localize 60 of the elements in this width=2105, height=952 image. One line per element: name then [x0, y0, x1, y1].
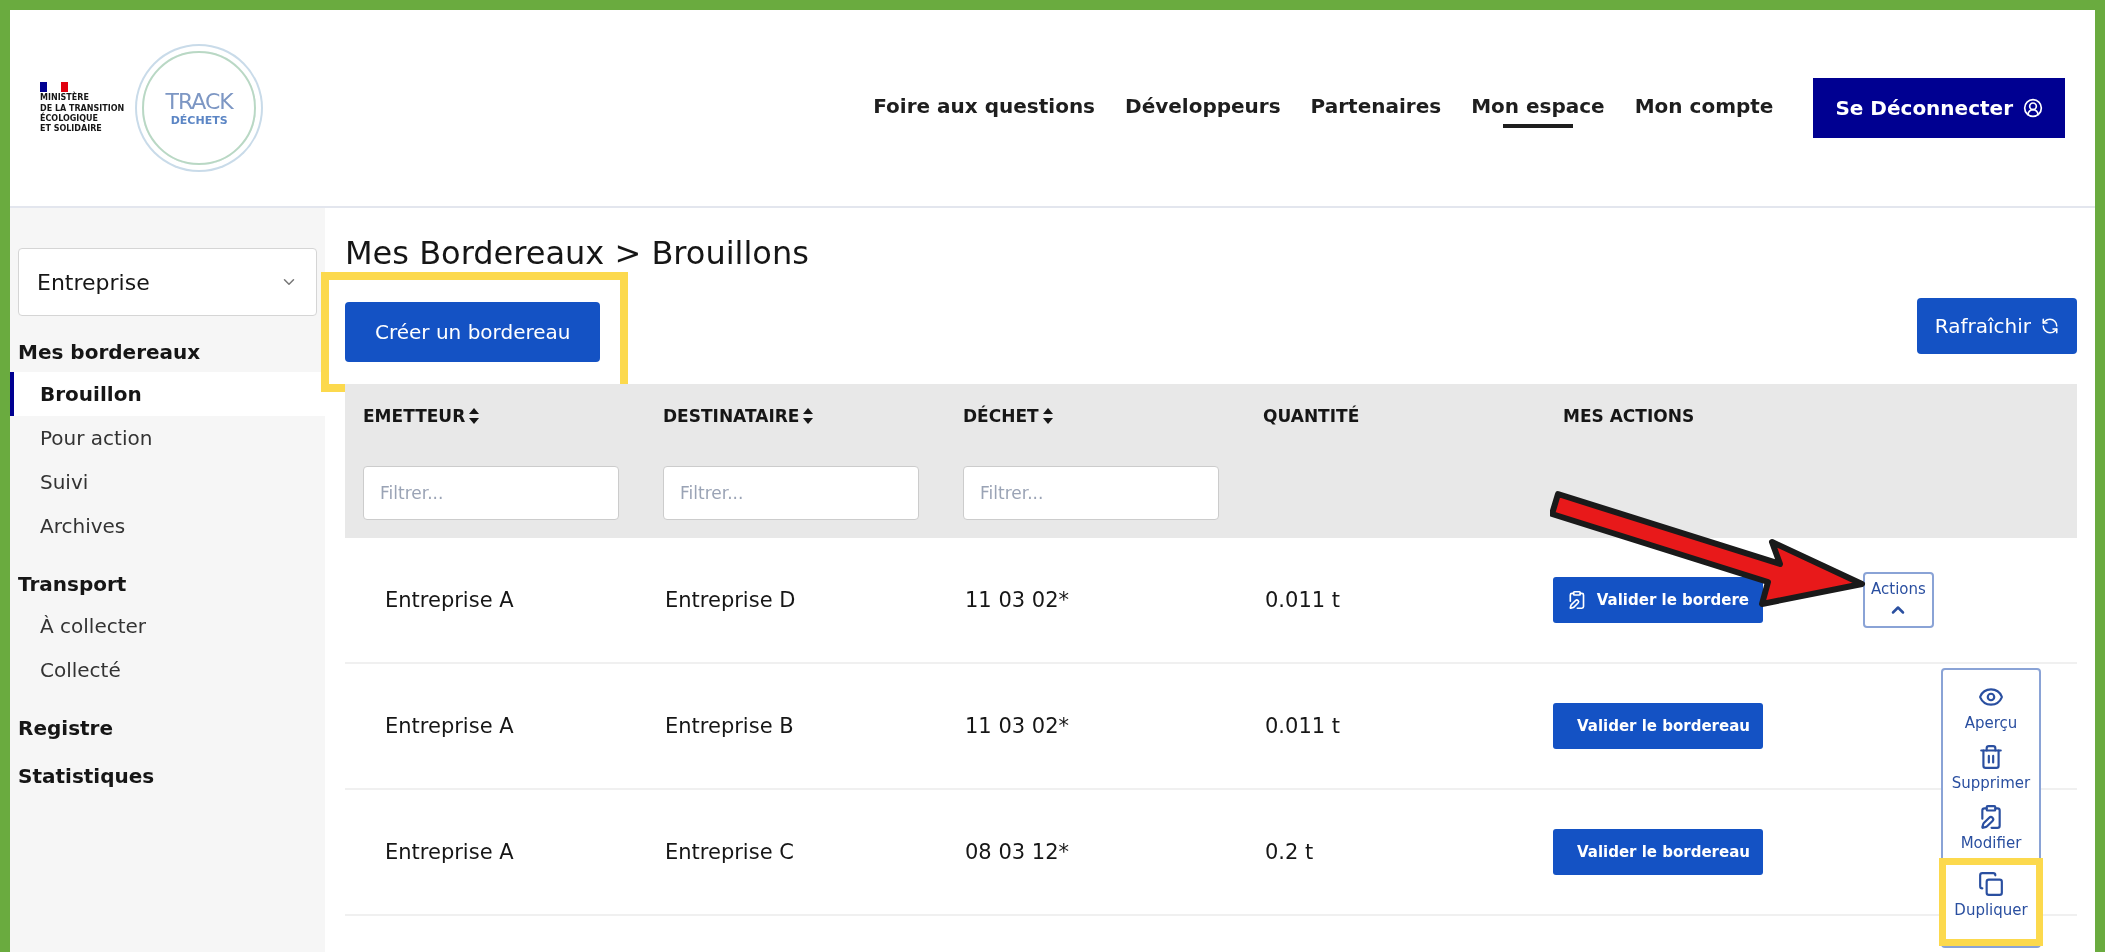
- page-title: Mes Bordereaux > Brouillons: [345, 234, 810, 272]
- nav-link[interactable]: Partenaires: [1310, 84, 1442, 132]
- logo-text: TRACK: [165, 89, 233, 114]
- nav-link[interactable]: Foire aux questions: [873, 84, 1096, 132]
- sidebar-section-title[interactable]: Transport: [10, 572, 325, 596]
- sort-icon[interactable]: [803, 408, 814, 424]
- table-cell-text: 11 03 02*: [964, 714, 1070, 738]
- nav-link[interactable]: Développeurs: [1125, 84, 1281, 132]
- table-cell-text: Entreprise B: [664, 714, 795, 738]
- validate-button[interactable]: Valider le bordere: [1553, 577, 1763, 623]
- refresh-button[interactable]: Rafraîchir: [1916, 298, 2077, 354]
- table-cell-text: Entreprise D: [664, 588, 797, 612]
- sidebar-item[interactable]: Pour action: [10, 416, 325, 460]
- flag-icon: [40, 82, 68, 93]
- menu-item[interactable]: Modifier: [1939, 798, 2043, 858]
- table-cell-text: Entreprise A: [384, 714, 515, 738]
- column-header[interactable]: DÉCHET: [945, 406, 1245, 426]
- trash-icon: [1978, 744, 2004, 770]
- table-cell-text: Entreprise A: [384, 840, 515, 864]
- edit-icon: [1978, 804, 2004, 830]
- table-cell-text: 0.011 t: [1264, 714, 1342, 738]
- sort-icon[interactable]: [1042, 408, 1053, 424]
- create-button[interactable]: Créer un bordereau: [345, 302, 601, 362]
- sidebar-item[interactable]: Brouillon: [10, 372, 325, 416]
- sidebar-section-title[interactable]: Registre: [10, 716, 325, 740]
- sidebar-item[interactable]: Collecté: [10, 648, 325, 692]
- filter-field[interactable]: Filtrer...: [963, 466, 1219, 520]
- menu-item[interactable]: Aperçu: [1939, 678, 2043, 738]
- column-header[interactable]: MES ACTIONS: [1545, 406, 2077, 426]
- table-cell-text: 0.011 t: [1264, 588, 1342, 612]
- logo-text: DÉCHETS: [170, 114, 228, 127]
- logout-button[interactable]: Se Déconnecter: [1813, 78, 2065, 138]
- refresh-icon: [2041, 317, 2059, 335]
- company-select[interactable]: Entreprise: [18, 248, 317, 316]
- table-cell-text: 0.2 t: [1264, 840, 1315, 864]
- ministry-label: ET SOLIDAIRE: [40, 125, 103, 134]
- ministry-label: DE LA TRANSITION: [40, 104, 125, 113]
- table-cell-text: Entreprise A: [384, 588, 515, 612]
- user-icon: [2023, 98, 2043, 118]
- sidebar-item[interactable]: À collecter: [10, 604, 325, 648]
- table-cell-text: 08 03 12*: [964, 840, 1070, 864]
- filter-field[interactable]: Filtrer...: [663, 466, 919, 520]
- table-cell-text: Entreprise C: [664, 840, 795, 864]
- sort-icon[interactable]: [469, 408, 480, 424]
- table-cell-text: 11 03 02*: [964, 588, 1070, 612]
- validate-button[interactable]: Valider le bordereau: [1553, 703, 1763, 749]
- sidebar-section-title[interactable]: Mes bordereaux: [10, 340, 325, 364]
- actions-button[interactable]: Actions: [1863, 572, 1934, 628]
- validate-button[interactable]: Valider le bordereau: [1553, 829, 1763, 875]
- sidebar-item[interactable]: Archives: [10, 504, 325, 548]
- nav-link[interactable]: Mon compte: [1634, 84, 1774, 132]
- sidebar-section-title[interactable]: Statistiques: [10, 764, 325, 788]
- column-header[interactable]: QUANTITÉ: [1245, 406, 1545, 426]
- sidebar-item[interactable]: Suivi: [10, 460, 325, 504]
- menu-item[interactable]: Dupliquer: [1939, 858, 2043, 946]
- column-header[interactable]: EMETTEUR: [345, 406, 645, 426]
- copy-icon: [1978, 871, 2004, 897]
- filter-field[interactable]: Filtrer...: [363, 466, 619, 520]
- column-header[interactable]: DESTINATAIRE: [645, 406, 945, 426]
- menu-item[interactable]: Supprimer: [1939, 738, 2043, 798]
